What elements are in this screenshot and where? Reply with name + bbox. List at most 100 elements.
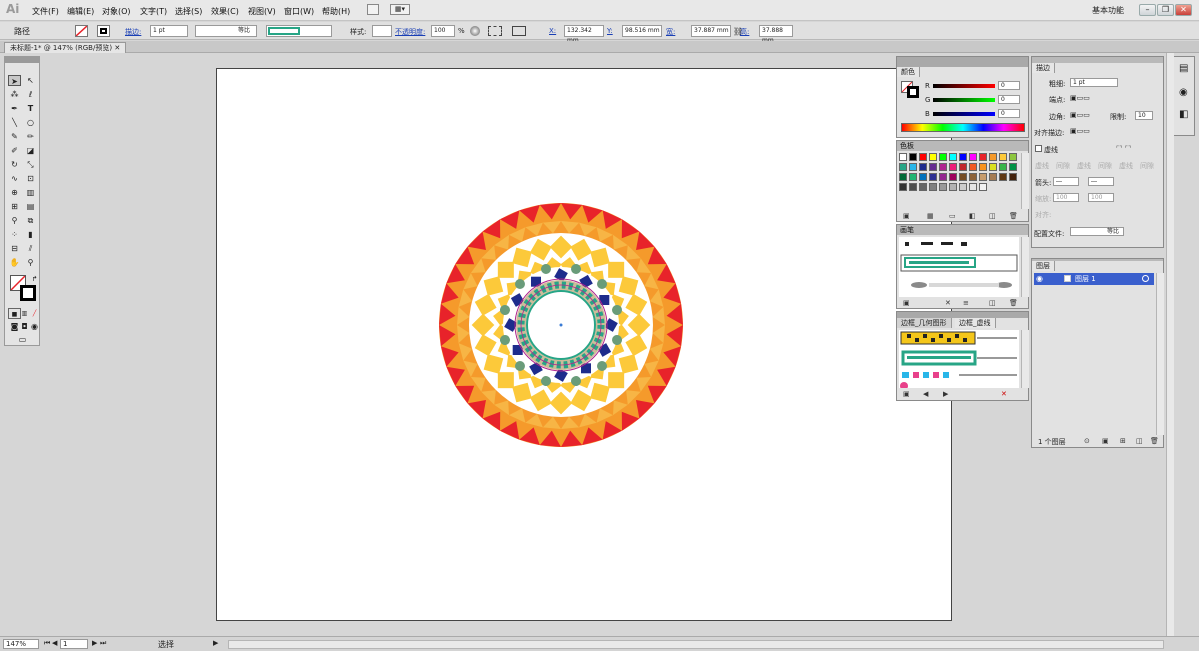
graphic-styles-panel-icon[interactable]: ◧ [1179,109,1188,120]
library-menu-icon[interactable]: ▣ [903,391,911,398]
pen-tool-icon[interactable]: ✒ [8,103,21,114]
menu-object[interactable]: 对象(O) [102,6,131,17]
tab-border-geometric[interactable]: 边框_几何图形 [897,318,952,328]
status-menu-arrow-icon[interactable]: ▶ [213,639,218,647]
none-mode-icon[interactable]: ╱ [28,308,41,319]
layers-panel-tab[interactable]: 图层 [1032,261,1055,271]
recolor-icon[interactable] [470,26,480,36]
canvas-vertical-scrollbar[interactable] [1166,53,1174,636]
appearance-panel-icon[interactable]: ◉ [1179,87,1188,98]
green-slider[interactable] [933,98,995,102]
swatch-20[interactable] [969,163,977,171]
swatch-21[interactable] [979,163,987,171]
paintbrush-tool-icon[interactable]: ✎ [8,131,21,142]
swatch-42[interactable] [949,183,957,191]
brush-library-icon[interactable]: ▣ [903,300,911,307]
stroke-label[interactable]: 描边: [125,27,141,37]
red-input[interactable]: 0 [998,81,1020,90]
swatch-27[interactable] [919,173,927,181]
swap-fill-stroke-icon[interactable]: ↱ [28,274,41,285]
profile-select[interactable]: 等比 [1070,227,1124,236]
menu-effect[interactable]: 效果(C) [211,6,239,17]
opacity-input[interactable]: 100 [431,25,455,37]
height-input[interactable]: 37.888 mm [759,25,793,44]
hand-tool-icon[interactable]: ✋ [8,257,21,268]
color-spectrum[interactable] [901,123,1025,132]
brush-options-icon[interactable]: ≡ [963,300,971,307]
cap-buttons[interactable]: ▣▭▭ [1070,94,1102,104]
document-tab[interactable]: 未标题-1* @ 147% (RGB/预览) ✕ [4,42,127,53]
blob-brush-tool-icon[interactable]: ✐ [8,145,21,156]
swatch-8[interactable] [969,153,977,161]
layers-scrollbar[interactable] [1156,273,1164,435]
swatch-45[interactable] [979,183,987,191]
artboard-tool-icon[interactable]: ⊟ [8,243,21,254]
x-input[interactable]: 132.342 mm [564,25,604,44]
swatch-18[interactable] [949,163,957,171]
new-sublayer-icon[interactable]: ⊞ [1120,438,1128,445]
swatch-40[interactable] [929,183,937,191]
zoom-tool-icon[interactable]: ⚲ [24,257,37,268]
menu-type[interactable]: 文字(T) [140,6,167,17]
artboard-number-select[interactable]: 1 [60,639,88,649]
height-label[interactable]: 高: [740,27,749,37]
swatch-37[interactable] [899,183,907,191]
layer-row[interactable]: ◉ 图层 1 [1034,273,1154,285]
swatch-38[interactable] [909,183,917,191]
width-input[interactable]: 37.887 mm [691,25,731,37]
selection-tool-icon[interactable]: ➤ [8,75,21,86]
gradient-tool-icon[interactable]: ▤ [24,201,37,212]
current-tool-status[interactable]: 选择 [158,639,174,650]
swatch-library-icon[interactable]: ▣ [903,213,911,220]
end-scale-input[interactable]: 100 [1088,193,1114,202]
close-icon[interactable]: ✕ [1175,4,1192,16]
swatch-36[interactable] [1009,173,1017,181]
tab-close-icon[interactable]: ✕ [114,44,120,52]
previous-artboard-icon[interactable]: ◀ [52,639,57,647]
remove-brush-stroke-icon[interactable]: ✕ [945,300,953,307]
swatch-options-icon[interactable]: ◧ [969,213,977,220]
scale-tool-icon[interactable]: ⤡ [24,159,37,170]
direct-selection-tool-icon[interactable]: ↖ [24,75,37,86]
swatch-1[interactable] [899,153,907,161]
swatch-9[interactable] [979,153,987,161]
swatch-31[interactable] [959,173,967,181]
shape-builder-tool-icon[interactable]: ⊕ [8,187,21,198]
swatch-26[interactable] [909,173,917,181]
x-label[interactable]: X: [549,27,556,35]
eraser-tool-icon[interactable]: ◪ [24,145,37,156]
green-input[interactable]: 0 [998,95,1020,104]
stroke-swatch[interactable] [20,285,36,301]
bridge-icon[interactable] [367,4,379,15]
swatch-3[interactable] [919,153,927,161]
border-brush-scrollbar[interactable] [1021,330,1029,388]
delete-swatch-icon[interactable]: 🗑 [1009,213,1018,220]
swatch-15[interactable] [919,163,927,171]
align-icon[interactable] [488,26,502,36]
dash-align-icons[interactable]: ⌜⌝ ⌜⌝ [1116,145,1131,153]
warp-tool-icon[interactable]: ∿ [8,173,21,184]
color-stroke-swatch[interactable] [907,86,919,98]
rotate-tool-icon[interactable]: ↻ [8,159,21,170]
menu-select[interactable]: 选择(S) [175,6,202,17]
swatch-39[interactable] [919,183,927,191]
next-library-icon[interactable]: ▶ [943,391,951,398]
swatch-24[interactable] [1009,163,1017,171]
limit-input[interactable]: 10 [1135,111,1153,120]
border-brush-list[interactable] [899,330,1019,390]
brush-definition[interactable] [266,25,332,37]
mandala-artwork[interactable] [436,200,686,450]
canvas-horizontal-scrollbar[interactable] [228,640,1164,649]
workspace-switcher[interactable]: 基本功能 [1092,5,1124,16]
start-scale-input[interactable]: 100 [1053,193,1079,202]
last-artboard-icon[interactable]: ⏭ [100,639,106,648]
locate-object-icon[interactable]: ⊙ [1084,438,1092,445]
ellipse-tool-icon[interactable]: ○ [24,117,37,128]
delete-layer-icon[interactable]: 🗑 [1150,438,1159,445]
swatch-kind-icon[interactable]: ▦ [927,213,935,220]
swatch-10[interactable] [989,153,997,161]
color-panel-tab[interactable]: 颜色 [897,67,920,77]
fill-none-icon[interactable] [75,25,88,37]
column-graph-tool-icon[interactable]: ▮ [24,229,37,240]
new-brush-icon[interactable]: ◫ [989,300,997,307]
